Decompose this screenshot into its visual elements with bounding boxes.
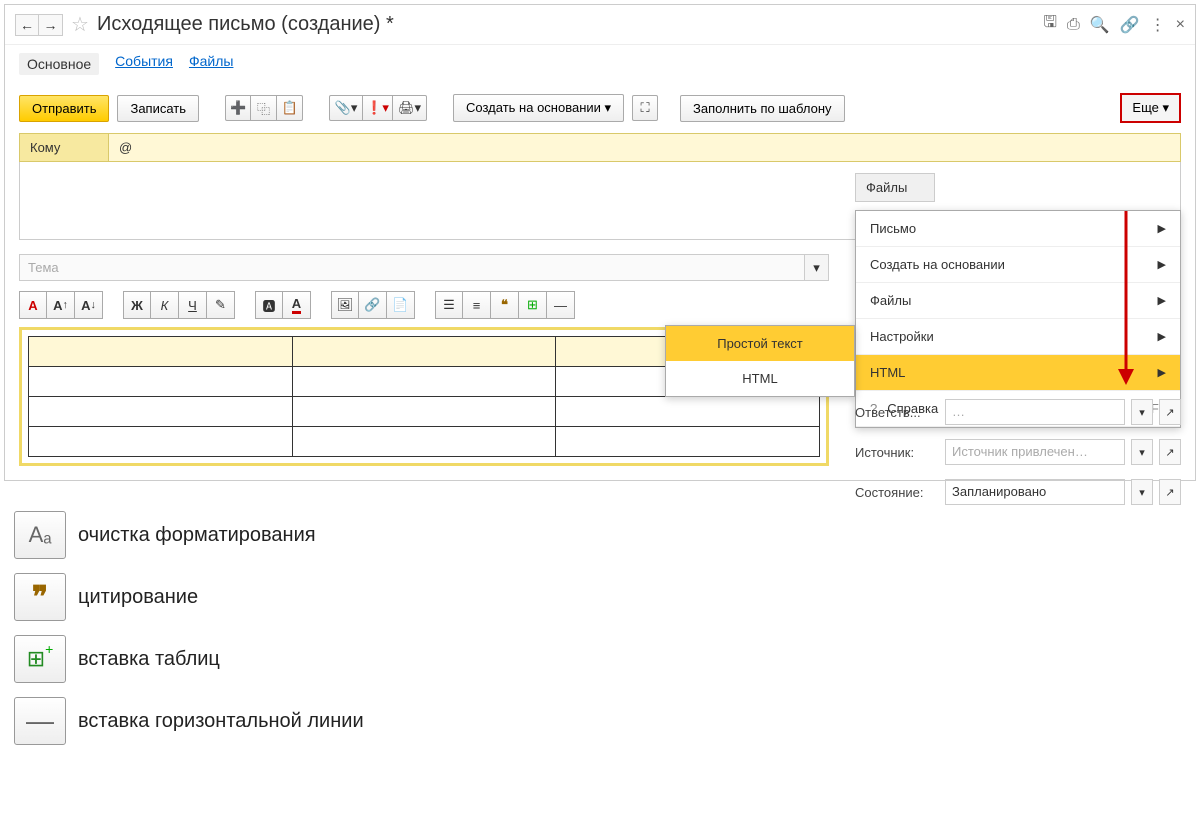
responsible-label: Ответств... [855, 405, 939, 420]
state-input[interactable]: Запланировано [945, 479, 1125, 505]
legend-table-text: вставка таблиц [78, 648, 220, 671]
font-larger-icon[interactable]: A↑ [47, 291, 75, 319]
legend-clear-format-icon: Aₐ [14, 511, 66, 559]
insert-table-icon[interactable]: ⊞ [519, 291, 547, 319]
insert-image-icon[interactable]: 🖼 [331, 291, 359, 319]
state-dd[interactable]: ▾ [1131, 479, 1153, 505]
add-icon[interactable]: ➕ [225, 95, 251, 121]
source-dd[interactable]: ▾ [1131, 439, 1153, 465]
insert-link-icon[interactable]: 🔗 [359, 291, 387, 319]
app-window: ← → ☆ Исходящее письмо (создание) * 🖫 ⎙ … [4, 4, 1196, 481]
copy-icon[interactable]: ⿻ [251, 95, 277, 121]
structure-icon[interactable]: ⛶ [632, 95, 658, 121]
save-icon[interactable]: 🖫 [1043, 11, 1057, 38]
source-input[interactable]: Источник привлечен… [945, 439, 1125, 465]
responsible-input[interactable]: … [945, 399, 1125, 425]
priority-icon[interactable]: ❗▾ [363, 95, 393, 121]
submenu-plain-text[interactable]: Простой текст [666, 326, 854, 361]
files-header[interactable]: Файлы [855, 173, 935, 202]
source-label: Источник: [855, 445, 939, 460]
preview-icon[interactable]: 🔍 [1090, 15, 1110, 35]
to-field[interactable]: @ [109, 133, 1181, 162]
save-button[interactable]: Записать [117, 95, 199, 122]
menu-files[interactable]: Файлы▶ [856, 283, 1180, 319]
close-icon[interactable]: × [1176, 16, 1185, 34]
subject-row: Тема ▾ [19, 254, 829, 281]
kebab-icon[interactable]: ⋮ [1150, 15, 1166, 35]
clear-format-icon[interactable]: ✎ [207, 291, 235, 319]
main-toolbar: Отправить Записать ➕ ⿻ 📋 📎▾ ❗▾ 🖨▾ Создат… [5, 83, 1195, 133]
more-menu: Письмо▶ Создать на основании▶ Файлы▶ Нас… [855, 210, 1181, 428]
create-on-button[interactable]: Создать на основании ▾ [453, 94, 624, 122]
bold-icon[interactable]: Ж [123, 291, 151, 319]
page-title: Исходящее письмо (создание) * [97, 13, 394, 36]
underline-icon[interactable]: Ч [179, 291, 207, 319]
titlebar: ← → ☆ Исходящее письмо (создание) * 🖫 ⎙ … [5, 5, 1195, 45]
tab-events[interactable]: События [115, 53, 173, 75]
menu-html[interactable]: HTML▶ [856, 355, 1180, 391]
insert-hr-icon[interactable]: — [547, 291, 575, 319]
menu-settings[interactable]: Настройки▶ [856, 319, 1180, 355]
state-open[interactable]: ↗ [1159, 479, 1181, 505]
responsible-open[interactable]: ↗ [1159, 399, 1181, 425]
legend-table-icon: ⊞+ [14, 635, 66, 683]
legend: Aₐ очистка форматирования ❞ цитирование … [14, 511, 1186, 745]
legend-hr-icon: — [14, 697, 66, 745]
font-normal-icon[interactable]: A [19, 291, 47, 319]
subject-dropdown[interactable]: ▾ [805, 254, 829, 281]
number-list-icon[interactable]: ≡ [463, 291, 491, 319]
link-icon[interactable]: 🔗 [1120, 15, 1140, 35]
insert-file-icon[interactable]: 📄 [387, 291, 415, 319]
notes-icon[interactable]: 📋 [277, 95, 303, 121]
send-button[interactable]: Отправить [19, 95, 109, 122]
highlight-color-icon[interactable]: 🅰 [255, 291, 283, 319]
legend-clear-text: очистка форматирования [78, 524, 316, 547]
attach-icon[interactable]: 📎▾ [329, 95, 363, 121]
tab-files[interactable]: Файлы [189, 53, 233, 75]
back-button[interactable]: ← [15, 14, 39, 36]
subject-input[interactable]: Тема [19, 254, 805, 281]
legend-quote-text: цитирование [78, 586, 198, 609]
font-smaller-icon[interactable]: A↓ [75, 291, 103, 319]
more-button[interactable]: Еще ▾ [1120, 93, 1181, 123]
print-icon[interactable]: ⎙ [1067, 16, 1080, 34]
tabs: Основное События Файлы [5, 45, 1195, 83]
italic-icon[interactable]: К [151, 291, 179, 319]
favorite-star-icon[interactable]: ☆ [71, 12, 89, 37]
tab-main[interactable]: Основное [19, 53, 99, 75]
quote-icon[interactable]: ❝ [491, 291, 519, 319]
submenu-html[interactable]: HTML [666, 361, 854, 396]
html-submenu: Простой текст HTML [665, 325, 855, 397]
state-label: Состояние: [855, 485, 939, 500]
responsible-dd[interactable]: ▾ [1131, 399, 1153, 425]
to-row: Кому @ [19, 133, 1181, 162]
legend-hr-text: вставка горизонтальной линии [78, 710, 364, 733]
source-open[interactable]: ↗ [1159, 439, 1181, 465]
fill-template-button[interactable]: Заполнить по шаблону [680, 95, 844, 122]
menu-create-on[interactable]: Создать на основании▶ [856, 247, 1180, 283]
forward-button[interactable]: → [39, 14, 63, 36]
legend-quote-icon: ❞ [14, 573, 66, 621]
font-color-icon[interactable]: A [283, 291, 311, 319]
bullet-list-icon[interactable]: ☰ [435, 291, 463, 319]
menu-letter[interactable]: Письмо▶ [856, 211, 1180, 247]
to-label: Кому [19, 133, 109, 162]
fields-panel: Ответств... … ▾ ↗ Источник: Источник при… [855, 399, 1181, 519]
print-dd-icon[interactable]: 🖨▾ [393, 95, 427, 121]
right-panel: Файлы Письмо▶ Создать на основании▶ Файл… [855, 173, 1181, 428]
